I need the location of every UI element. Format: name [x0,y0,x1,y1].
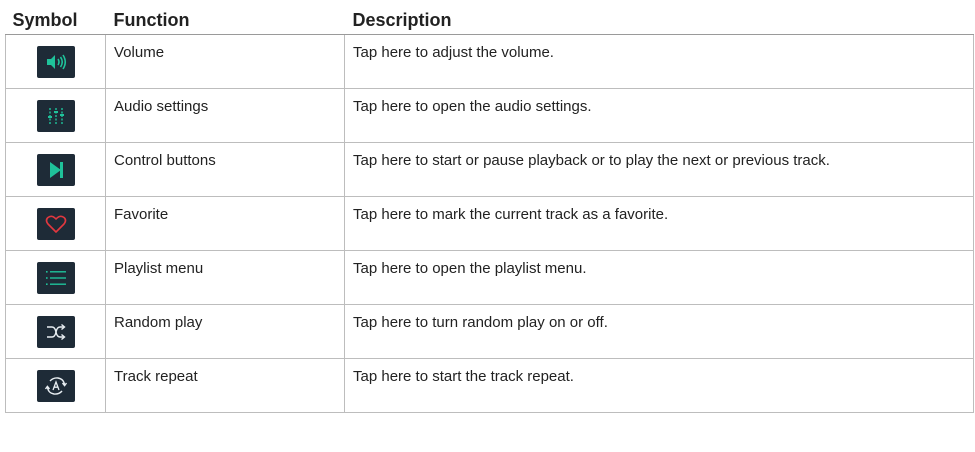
function-cell: Track repeat [105,358,345,413]
table-row: Playlist menu Tap here to open the playl… [5,250,974,305]
symbol-cell [5,250,106,305]
table-row: Random play Tap here to turn random play… [5,304,974,359]
skip-next-icon [36,153,75,186]
symbol-cell [5,88,106,143]
symbol-function-table: Symbol Function Description Volume Tap h… [5,6,974,413]
table-row: Volume Tap here to adjust the volume. [5,34,974,89]
description-cell: Tap here to open the audio settings. [344,88,974,143]
repeat-a-icon [36,369,75,402]
symbol-cell [5,358,106,413]
function-cell: Volume [105,34,345,89]
description-cell: Tap here to mark the current track as a … [344,196,974,251]
equalizer-sliders-icon [36,99,75,132]
function-cell: Favorite [105,196,345,251]
header-symbol: Symbol [5,6,106,35]
table-row: Track repeat Tap here to start the track… [5,358,974,413]
symbol-cell [5,142,106,197]
volume-icon [36,45,75,78]
description-cell: Tap here to turn random play on or off. [344,304,974,359]
description-cell: Tap here to start the track repeat. [344,358,974,413]
description-cell: Tap here to start or pause playback or t… [344,142,974,197]
symbol-cell [5,34,106,89]
function-cell: Control buttons [105,142,345,197]
table-row: Control buttons Tap here to start or pau… [5,142,974,197]
description-cell: Tap here to adjust the volume. [344,34,974,89]
heart-icon [36,207,75,240]
function-cell: Playlist menu [105,250,345,305]
table-header-row: Symbol Function Description [5,6,974,35]
description-cell: Tap here to open the playlist menu. [344,250,974,305]
symbol-cell [5,196,106,251]
symbol-cell [5,304,106,359]
table-row: Favorite Tap here to mark the current tr… [5,196,974,251]
header-function: Function [105,6,345,35]
table-row: Audio settings Tap here to open the audi… [5,88,974,143]
function-cell: Audio settings [105,88,345,143]
shuffle-icon [36,315,75,348]
function-cell: Random play [105,304,345,359]
list-icon [36,261,75,294]
header-description: Description [344,6,974,35]
